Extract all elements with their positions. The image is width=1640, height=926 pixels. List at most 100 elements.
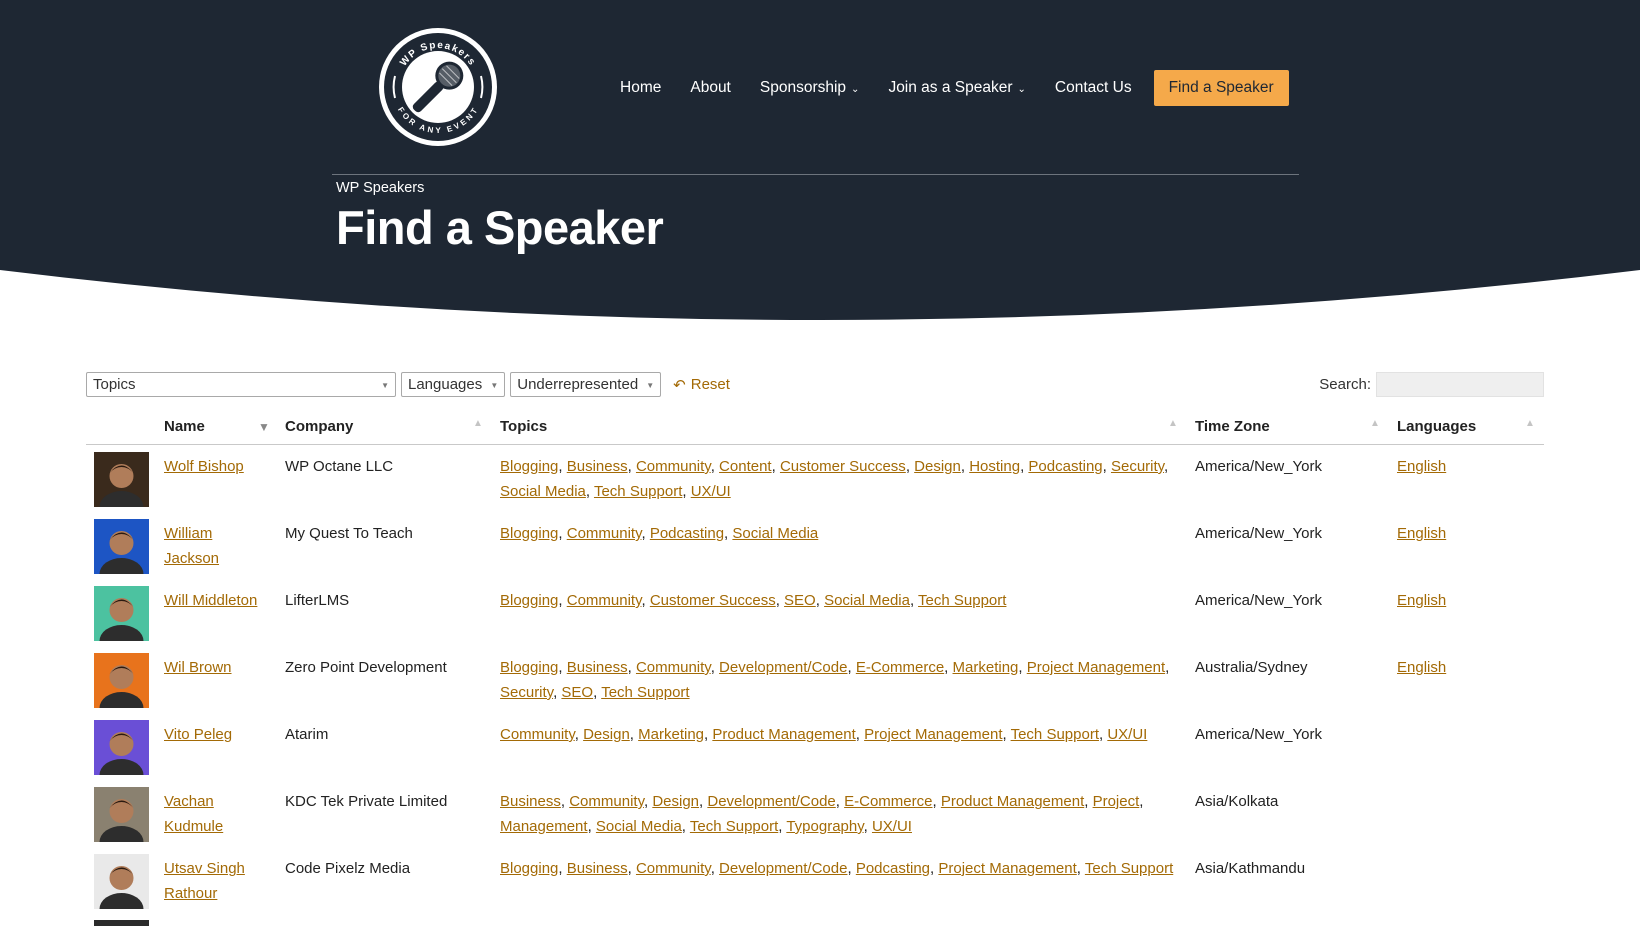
avatar[interactable] bbox=[94, 452, 149, 507]
topic-link[interactable]: Blogging bbox=[500, 592, 558, 609]
avatar[interactable] bbox=[94, 854, 149, 909]
breadcrumb[interactable]: WP Speakers bbox=[336, 180, 424, 196]
topic-link[interactable]: Community bbox=[636, 860, 711, 877]
topic-link[interactable]: Community bbox=[500, 726, 575, 743]
topic-link[interactable]: Product Management bbox=[712, 726, 855, 743]
sort-icon[interactable]: ▲ bbox=[1370, 418, 1380, 429]
topic-link[interactable]: Tech Support bbox=[601, 684, 689, 701]
topic-link[interactable]: SEO bbox=[561, 684, 593, 701]
speaker-name-link[interactable]: Kudmule bbox=[164, 818, 223, 835]
sort-icon[interactable]: ▲ bbox=[1525, 418, 1535, 429]
reset-button[interactable]: ↶ Reset bbox=[673, 376, 730, 394]
speaker-name-link[interactable]: Jackson bbox=[164, 550, 219, 567]
topic-link[interactable]: Social Media bbox=[732, 525, 818, 542]
topic-link[interactable]: Business bbox=[567, 659, 628, 676]
topic-link[interactable]: Development/Code bbox=[719, 659, 847, 676]
topic-link[interactable]: Marketing bbox=[638, 726, 704, 743]
column-header-time-zone[interactable]: Time Zone bbox=[1195, 418, 1270, 435]
topic-link[interactable]: Podcasting bbox=[1028, 458, 1102, 475]
languages-select[interactable]: Languages ▼ bbox=[401, 372, 506, 397]
topic-link[interactable]: Business bbox=[567, 458, 628, 475]
topic-link[interactable]: Blogging bbox=[500, 659, 558, 676]
topic-link[interactable]: Tech Support bbox=[1011, 726, 1099, 743]
topic-link[interactable]: Social Media bbox=[824, 592, 910, 609]
topic-link[interactable]: Project Management bbox=[1027, 659, 1165, 676]
topic-link[interactable]: Community bbox=[636, 458, 711, 475]
topic-link[interactable]: Business bbox=[500, 793, 561, 810]
topic-link[interactable]: Design bbox=[914, 458, 961, 475]
topic-link[interactable]: Community bbox=[567, 592, 642, 609]
speaker-name-link[interactable]: Utsav Singh bbox=[164, 860, 245, 877]
topic-link[interactable]: Community bbox=[636, 659, 711, 676]
topic-link[interactable]: Social Media bbox=[500, 483, 586, 500]
sort-desc-icon[interactable]: ▼ bbox=[258, 420, 270, 434]
topic-link[interactable]: Project bbox=[1093, 793, 1140, 810]
column-header-company[interactable]: Company bbox=[285, 418, 353, 435]
topic-link[interactable]: Tech Support bbox=[690, 818, 778, 835]
nav-contact-us[interactable]: Contact Us bbox=[1055, 79, 1132, 97]
topic-link[interactable]: E-Commerce bbox=[856, 659, 944, 676]
sort-icon[interactable]: ▲ bbox=[1168, 418, 1178, 429]
speaker-name-link[interactable]: Vachan bbox=[164, 793, 214, 810]
speaker-name-link[interactable]: Vito Peleg bbox=[164, 726, 232, 743]
topic-link[interactable]: Community bbox=[567, 525, 642, 542]
speaker-name-link[interactable]: Rathour bbox=[164, 885, 217, 902]
language-link[interactable]: English bbox=[1397, 458, 1446, 475]
language-link[interactable]: English bbox=[1397, 592, 1446, 609]
topic-link[interactable]: Tech Support bbox=[918, 592, 1006, 609]
avatar[interactable] bbox=[94, 720, 149, 775]
column-header-languages[interactable]: Languages bbox=[1397, 418, 1476, 435]
speaker-name-link[interactable]: Wolf Bishop bbox=[164, 458, 244, 475]
topic-link[interactable]: Development/Code bbox=[719, 860, 847, 877]
topic-link[interactable]: UX/UI bbox=[1107, 726, 1147, 743]
topic-link[interactable]: Project Management bbox=[938, 860, 1076, 877]
nav-home[interactable]: Home bbox=[620, 79, 661, 97]
topic-link[interactable]: Project Management bbox=[864, 726, 1002, 743]
topic-link[interactable]: Security bbox=[1111, 458, 1164, 475]
speaker-name-link[interactable]: Wil Brown bbox=[164, 659, 232, 676]
topic-link[interactable]: Business bbox=[567, 860, 628, 877]
find-a-speaker-button[interactable]: Find a Speaker bbox=[1153, 70, 1289, 106]
nav-about[interactable]: About bbox=[690, 79, 731, 97]
topic-link[interactable]: Podcasting bbox=[856, 860, 930, 877]
topic-link[interactable]: Blogging bbox=[500, 860, 558, 877]
topic-link[interactable]: Design bbox=[583, 726, 630, 743]
topic-link[interactable]: Customer Success bbox=[780, 458, 906, 475]
speaker-name-link[interactable]: William bbox=[164, 525, 212, 542]
avatar[interactable] bbox=[94, 519, 149, 574]
nav-sponsorship[interactable]: Sponsorship ⌄ bbox=[760, 79, 860, 97]
column-header-name[interactable]: Name bbox=[164, 418, 205, 435]
underrepresented-select[interactable]: Underrepresented ▼ bbox=[510, 372, 662, 397]
topic-link[interactable]: UX/UI bbox=[872, 818, 912, 835]
nav-join-as-speaker[interactable]: Join as a Speaker ⌄ bbox=[888, 79, 1025, 97]
topic-link[interactable]: Design bbox=[652, 793, 699, 810]
topic-link[interactable]: Podcasting bbox=[650, 525, 724, 542]
avatar[interactable] bbox=[94, 787, 149, 842]
speaker-name-link[interactable]: Will Middleton bbox=[164, 592, 257, 609]
site-logo[interactable]: WP Speakers FOR ANY EVENT bbox=[377, 26, 499, 148]
language-link[interactable]: English bbox=[1397, 525, 1446, 542]
topic-link[interactable]: Marketing bbox=[953, 659, 1019, 676]
topic-link[interactable]: Management bbox=[500, 818, 588, 835]
topic-link[interactable]: Customer Success bbox=[650, 592, 776, 609]
avatar[interactable] bbox=[94, 653, 149, 708]
sort-icon[interactable]: ▲︎ bbox=[473, 418, 483, 429]
language-link[interactable]: English bbox=[1397, 659, 1446, 676]
topic-link[interactable]: Development/Code bbox=[707, 793, 835, 810]
topic-link[interactable]: Blogging bbox=[500, 458, 558, 475]
topic-link[interactable]: Tech Support bbox=[1085, 860, 1173, 877]
topic-link[interactable]: Social Media bbox=[596, 818, 682, 835]
search-input[interactable] bbox=[1376, 372, 1544, 397]
topic-link[interactable]: Hosting bbox=[969, 458, 1020, 475]
topic-link[interactable]: Product Management bbox=[941, 793, 1084, 810]
topic-link[interactable]: E-Commerce bbox=[844, 793, 932, 810]
topic-link[interactable]: Community bbox=[569, 793, 644, 810]
topic-link[interactable]: UX/UI bbox=[691, 483, 731, 500]
topic-link[interactable]: Security bbox=[500, 684, 553, 701]
topic-link[interactable]: Tech Support bbox=[594, 483, 682, 500]
topic-link[interactable]: Blogging bbox=[500, 525, 558, 542]
avatar[interactable] bbox=[94, 586, 149, 641]
topics-select[interactable]: Topics ▼ bbox=[86, 372, 396, 397]
topic-link[interactable]: SEO bbox=[784, 592, 816, 609]
column-header-topics[interactable]: Topics bbox=[500, 418, 547, 435]
